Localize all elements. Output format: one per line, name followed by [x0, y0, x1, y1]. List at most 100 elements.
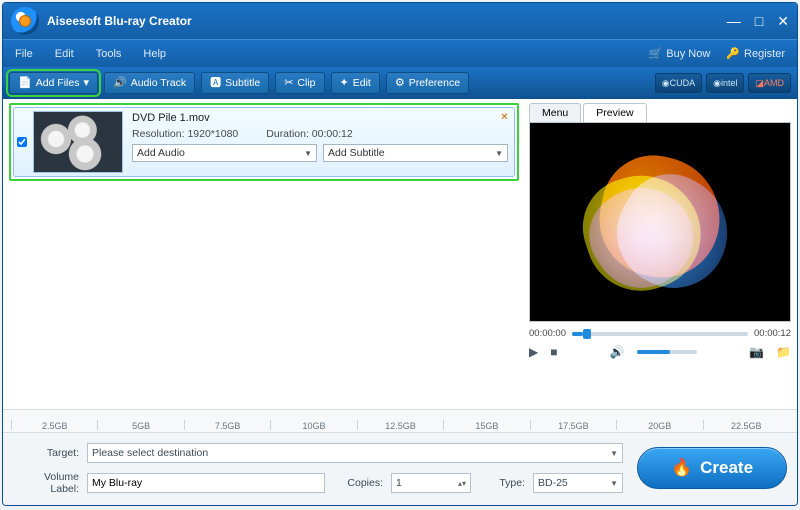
preview-pane: Menu Preview 00:00:00 00:00:12 ▶ ■ 🔊 — [525, 99, 797, 409]
subtitle-label: Subtitle — [225, 77, 260, 89]
time-total: 00:00:12 — [754, 328, 791, 339]
edit-button[interactable]: ✦ Edit — [331, 72, 380, 94]
brand-amd-label: AMD — [764, 78, 784, 88]
add-subtitle-select[interactable]: Add Subtitle▼ — [323, 144, 508, 162]
copies-spinner[interactable]: 1 ▴▾ — [391, 473, 471, 493]
volume-slider[interactable] — [637, 350, 697, 354]
main-area: DVD Pile 1.mov Resolution: 1920*1080 Dur… — [3, 99, 797, 409]
speaker-icon: 🔊 — [113, 78, 127, 89]
tab-preview[interactable]: Preview — [583, 103, 646, 122]
buy-now-label: Buy Now — [666, 48, 710, 60]
remove-file-button[interactable]: ✕ — [498, 111, 511, 124]
file-item-checkbox[interactable] — [17, 137, 27, 147]
buy-now-button[interactable]: 🛒Buy Now — [649, 47, 711, 60]
type-label: Type: — [479, 477, 525, 489]
type-select[interactable]: BD-25 ▼ — [533, 473, 623, 493]
type-value: BD-25 — [538, 477, 568, 489]
brand-cuda-label: CUDA — [670, 78, 696, 88]
ruler-tick: 2.5GB — [42, 421, 68, 431]
target-select[interactable]: Please select destination ▼ — [87, 443, 623, 463]
add-files-label: Add Files — [36, 77, 80, 89]
add-audio-select[interactable]: Add Audio ▼ — [132, 144, 317, 162]
clip-button[interactable]: ✂ Clip — [275, 72, 324, 94]
add-subtitle-label: Add Subtitle — [328, 147, 385, 159]
ruler-tick: 22.5GB — [731, 421, 762, 431]
maximize-button[interactable]: □ — [755, 13, 763, 30]
brand-cuda: ◉ CUDA — [655, 73, 702, 93]
target-label: Target: — [13, 447, 79, 459]
create-label: Create — [700, 458, 753, 478]
seek-slider[interactable] — [572, 332, 748, 336]
edit-label: Edit — [353, 77, 371, 89]
chevron-down-icon: ▼ — [610, 479, 618, 488]
wand-icon: ✦ — [340, 78, 349, 89]
time-current: 00:00:00 — [529, 328, 566, 339]
close-button[interactable]: ✕ — [777, 13, 789, 30]
brand-amd: ◪ AMD — [748, 73, 791, 93]
duration-label: Duration: — [266, 128, 309, 140]
add-files-button[interactable]: 📄 Add Files▾ — [9, 72, 98, 94]
menu-help[interactable]: Help — [143, 48, 166, 60]
subtitle-icon: 🅰 — [210, 78, 221, 89]
ruler-tick: 17.5GB — [558, 421, 589, 431]
brand-intel: ◉ intel — [706, 73, 744, 93]
ruler-tick: 5GB — [132, 421, 150, 431]
copies-value: 1 — [396, 477, 402, 489]
resolution-label: Resolution: — [132, 128, 185, 140]
ruler-tick: 15GB — [475, 421, 498, 431]
ruler-tick: 10GB — [303, 421, 326, 431]
open-folder-button[interactable]: 📁 — [776, 345, 791, 359]
stop-button[interactable]: ■ — [550, 345, 557, 359]
add-audio-label: Add Audio — [137, 147, 185, 159]
volume-icon[interactable]: 🔊 — [610, 345, 625, 359]
file-item[interactable]: DVD Pile 1.mov Resolution: 1920*1080 Dur… — [13, 107, 515, 177]
spinner-icon: ▴▾ — [458, 479, 466, 488]
subtitle-button[interactable]: 🅰 Subtitle — [201, 72, 269, 94]
menu-edit[interactable]: Edit — [55, 48, 74, 60]
resolution-value: 1920*1080 — [187, 128, 238, 140]
copies-label: Copies: — [333, 477, 383, 489]
app-title: Aiseesoft Blu-ray Creator — [47, 14, 727, 28]
register-label: Register — [744, 48, 785, 60]
snapshot-button[interactable]: 📷 — [749, 345, 764, 359]
scissors-icon: ✂ — [284, 78, 293, 89]
register-button[interactable]: 🔑 Register — [726, 47, 785, 60]
clip-label: Clip — [297, 77, 315, 89]
menu-bar: File Edit Tools Help 🛒Buy Now 🔑 Register — [3, 39, 797, 67]
bottom-panel: Target: Please select destination ▼ Volum… — [3, 433, 797, 505]
volume-label-label: Volume Label: — [13, 471, 79, 495]
preference-button[interactable]: ⚙ Preference — [386, 72, 469, 94]
duration-value: 00:00:12 — [312, 128, 353, 140]
audio-track-button[interactable]: 🔊 Audio Track — [104, 72, 195, 94]
play-button[interactable]: ▶ — [529, 345, 538, 359]
burn-icon: 🔥 — [671, 458, 692, 478]
create-button[interactable]: 🔥 Create — [637, 447, 787, 489]
preview-image — [580, 147, 740, 297]
target-value: Please select destination — [92, 447, 208, 459]
gear-icon: ⚙ — [395, 78, 405, 89]
app-window: Aiseesoft Blu-ray Creator — □ ✕ File Edi… — [2, 2, 798, 506]
volume-label-input[interactable] — [87, 473, 325, 493]
audio-track-label: Audio Track — [131, 77, 186, 89]
file-name: DVD Pile 1.mov — [132, 112, 508, 124]
preference-label: Preference — [409, 77, 460, 89]
file-thumbnail — [33, 111, 123, 173]
file-item-highlight: DVD Pile 1.mov Resolution: 1920*1080 Dur… — [9, 103, 519, 181]
menu-tools[interactable]: Tools — [96, 48, 122, 60]
add-file-icon: 📄 — [18, 78, 32, 89]
chevron-down-icon: ▼ — [304, 149, 312, 158]
menu-file[interactable]: File — [15, 48, 33, 60]
ruler-tick: 12.5GB — [385, 421, 416, 431]
chevron-down-icon: ▾ — [83, 78, 89, 89]
tab-menu[interactable]: Menu — [529, 103, 581, 122]
title-bar: Aiseesoft Blu-ray Creator — □ ✕ — [3, 3, 797, 39]
app-logo-icon — [11, 7, 39, 35]
cart-icon: 🛒 — [649, 47, 663, 60]
ruler-tick: 20GB — [648, 421, 671, 431]
chevron-down-icon: ▼ — [610, 449, 618, 458]
size-ruler: 2.5GB 5GB 7.5GB 10GB 12.5GB 15GB 17.5GB … — [3, 409, 797, 433]
file-list-pane: DVD Pile 1.mov Resolution: 1920*1080 Dur… — [3, 99, 525, 409]
key-icon: 🔑 — [726, 47, 740, 60]
minimize-button[interactable]: — — [727, 13, 741, 30]
preview-viewport — [529, 122, 791, 322]
